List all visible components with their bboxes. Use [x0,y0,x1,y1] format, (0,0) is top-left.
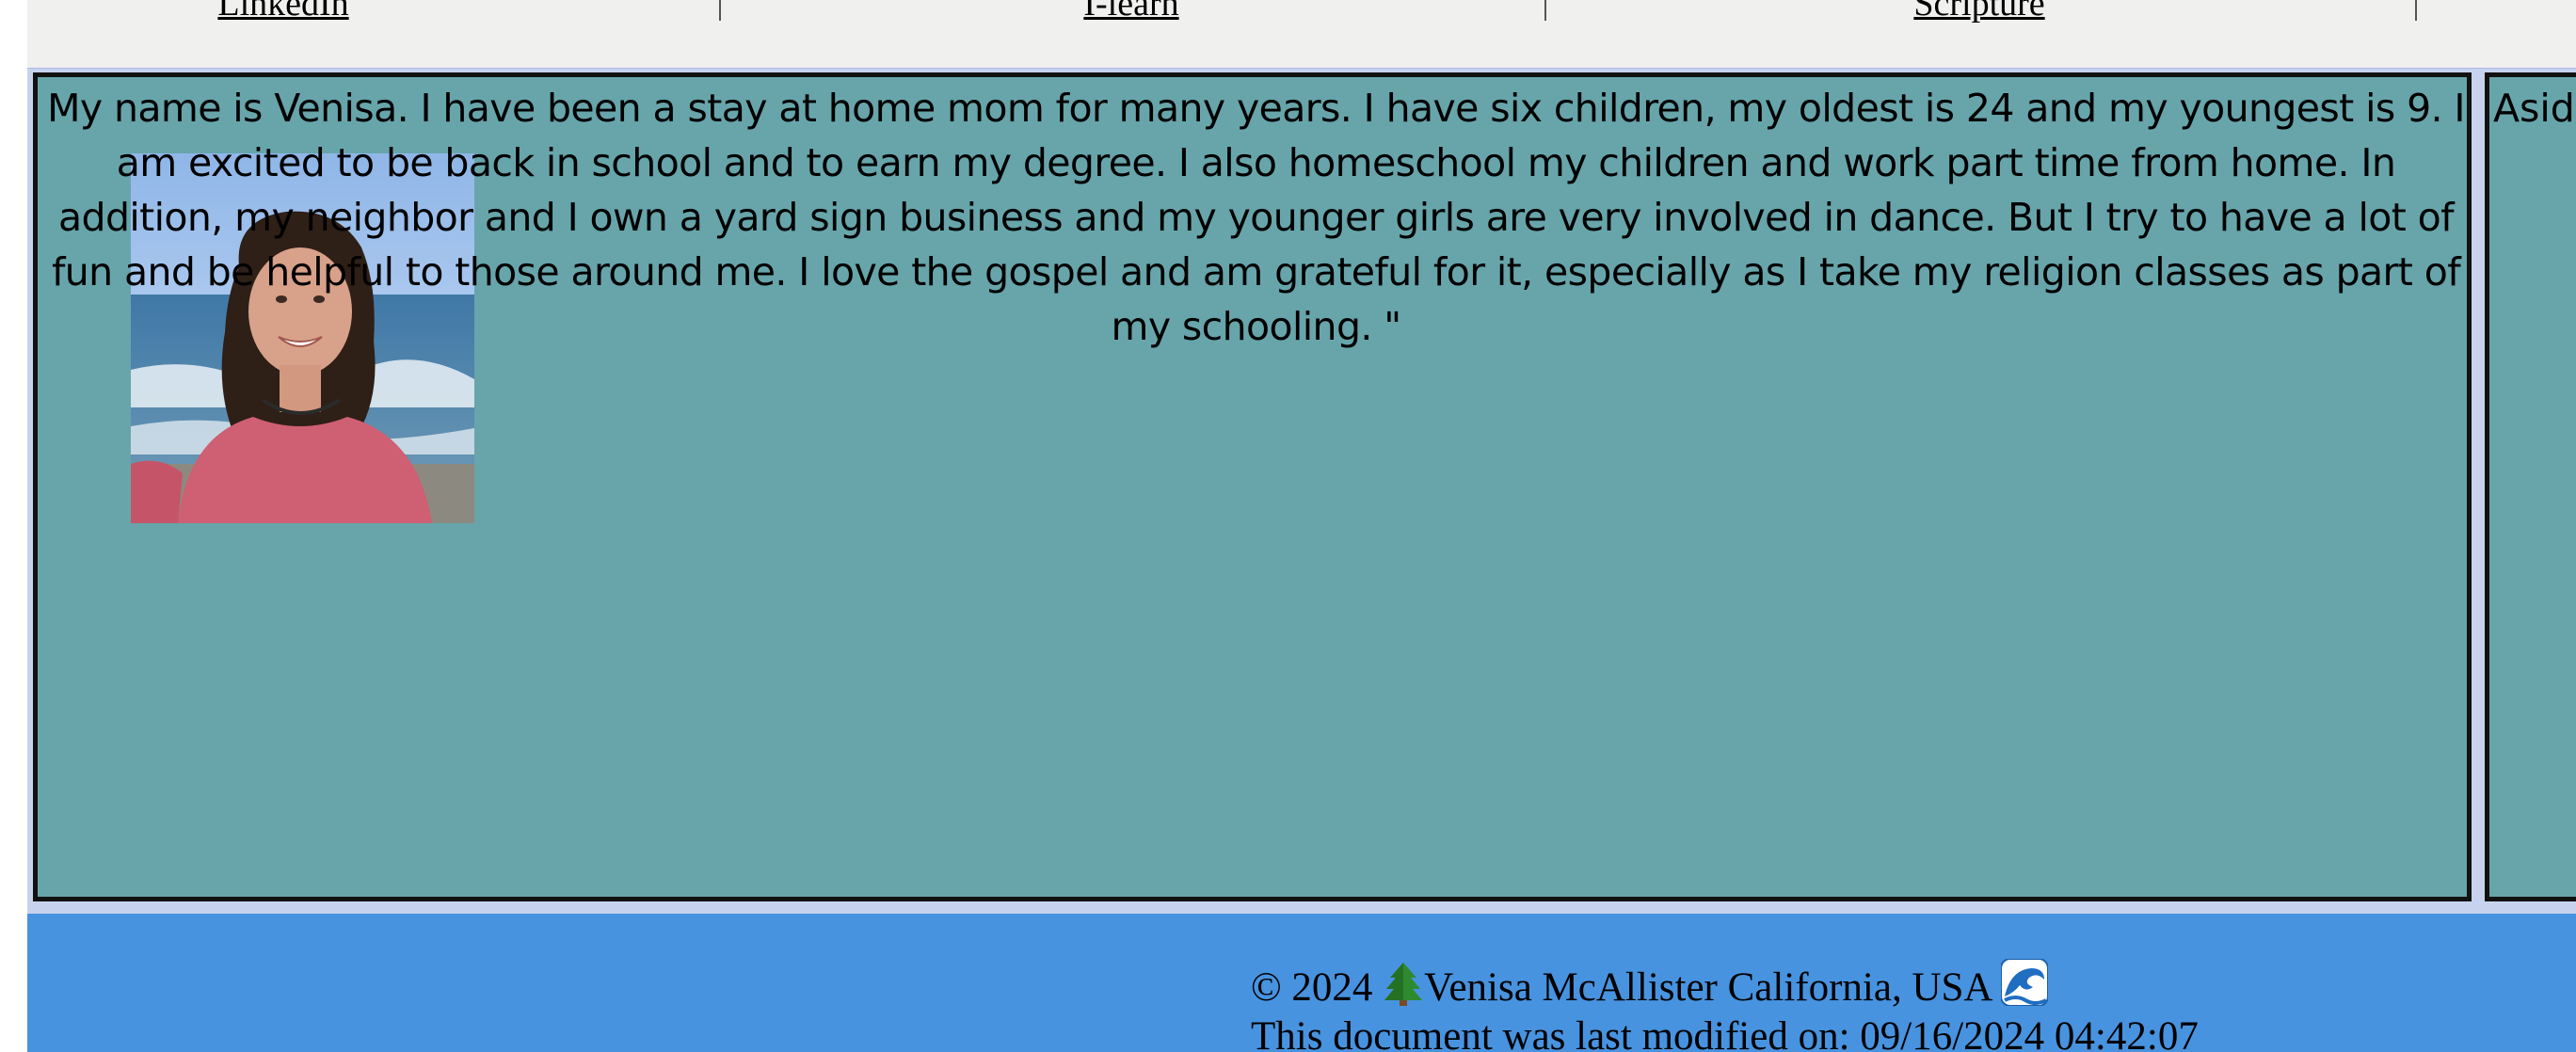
main-bio-panel: My name is Venisa. I have been a stay at… [33,72,2472,901]
nav-link-ilearn[interactable]: I-learn [1083,0,1178,24]
water-wave-icon [1999,958,2049,1016]
top-navigation: LinkedIn I-learn Scripture [27,0,2576,69]
footer-copyright-line: © 2024 Venisa McAllister California, USA [1251,958,2049,1016]
nav-separator [2415,0,2417,21]
nav-separator [719,0,721,21]
footer-name-location: Venisa McAllister California, USA [1424,965,1992,1010]
evergreen-tree-icon [1383,961,1424,1016]
nav-link-linkedin[interactable]: LinkedIn [217,0,348,24]
bio-paragraph: My name is Venisa. I have been a stay at… [47,86,2465,349]
aside-label: Aside [2493,86,2576,131]
page-left-edge [0,0,27,1052]
copyright-text: © 2024 [1251,965,1373,1010]
page-footer: © 2024 Venisa McAllister California, USA… [27,914,2576,1052]
last-modified-text: This document was last modified on: 09/1… [1251,1014,2199,1052]
aside-panel: Aside [2485,72,2576,901]
nav-separator [1544,0,1546,21]
nav-link-scripture[interactable]: Scripture [1913,0,2044,24]
